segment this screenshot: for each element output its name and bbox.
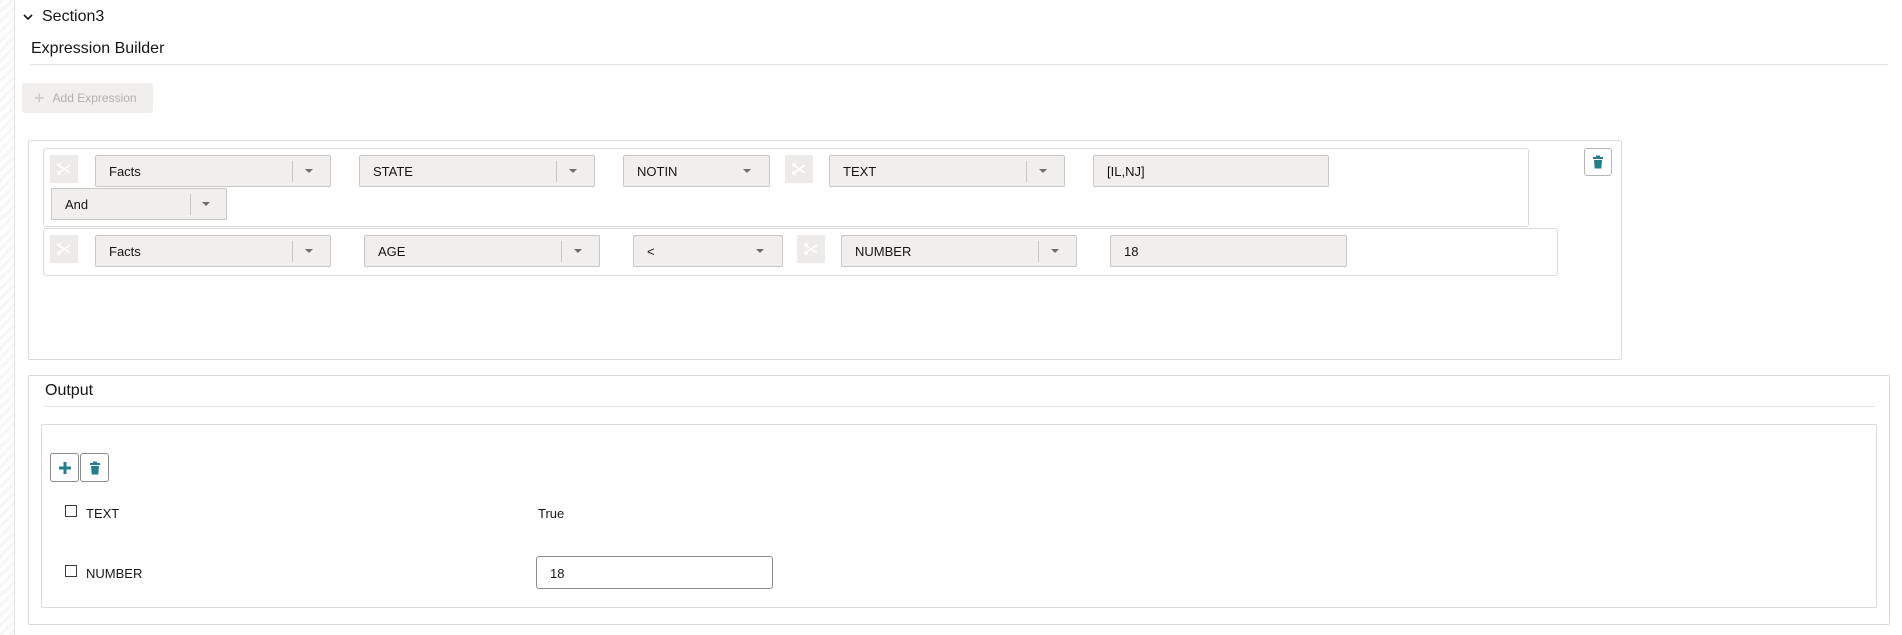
trash-icon bbox=[1593, 155, 1603, 169]
expression-builder-title: Expression Builder bbox=[31, 40, 165, 57]
input-value: 18 bbox=[550, 566, 565, 581]
select-value: Facts bbox=[109, 164, 141, 179]
chevron-down-icon bbox=[1039, 169, 1047, 173]
source-select[interactable]: Facts bbox=[95, 155, 331, 187]
scissors-icon[interactable] bbox=[50, 235, 78, 263]
output-title: Output bbox=[45, 382, 94, 399]
chevron-down-icon bbox=[202, 202, 210, 206]
separator bbox=[1026, 161, 1027, 182]
select-value: NOTIN bbox=[637, 164, 678, 179]
text-row-checkbox[interactable] bbox=[65, 505, 77, 517]
chevron-down-icon bbox=[305, 249, 313, 253]
select-value: AGE bbox=[378, 244, 406, 259]
output-label-number: NUMBER bbox=[86, 566, 143, 581]
scissors-icon[interactable] bbox=[785, 155, 813, 183]
separator bbox=[292, 241, 293, 262]
separator bbox=[556, 161, 557, 182]
chevron-down-icon bbox=[569, 169, 577, 173]
source-select[interactable]: Facts bbox=[95, 235, 331, 267]
chevron-down-icon bbox=[743, 169, 751, 173]
select-value: STATE bbox=[373, 164, 413, 179]
delete-output-button[interactable] bbox=[80, 453, 109, 482]
output-list bbox=[41, 424, 1877, 608]
delete-expression-button[interactable] bbox=[1584, 148, 1612, 176]
type-select[interactable]: TEXT bbox=[829, 155, 1065, 187]
add-output-button[interactable] bbox=[50, 453, 79, 482]
section-header[interactable]: Section3 bbox=[22, 6, 104, 28]
input-value: 18 bbox=[1124, 244, 1139, 259]
separator bbox=[292, 161, 293, 182]
chevron-down-icon bbox=[756, 249, 764, 253]
value-input[interactable]: 18 bbox=[1110, 235, 1347, 267]
divider bbox=[43, 406, 1875, 407]
conjunction-select[interactable]: And bbox=[51, 188, 227, 220]
type-select[interactable]: NUMBER bbox=[841, 235, 1077, 267]
operator-select[interactable]: NOTIN bbox=[623, 155, 770, 187]
output-value-text: True bbox=[538, 506, 565, 521]
number-row-checkbox[interactable] bbox=[65, 565, 77, 577]
chevron-down-icon bbox=[305, 169, 313, 173]
number-value-input[interactable]: 18 bbox=[536, 556, 773, 589]
separator bbox=[190, 194, 191, 215]
chevron-down-icon bbox=[574, 249, 582, 253]
trash-icon bbox=[89, 461, 100, 474]
select-value: Facts bbox=[109, 244, 141, 259]
add-expression-label: Add Expression bbox=[52, 91, 137, 105]
select-value: TEXT bbox=[843, 164, 877, 179]
value-input[interactable]: [IL,NJ] bbox=[1093, 155, 1329, 187]
operator-select[interactable]: < bbox=[633, 235, 783, 267]
input-value: [IL,NJ] bbox=[1107, 164, 1145, 179]
plus-icon bbox=[58, 461, 71, 474]
chevron-down-icon bbox=[1051, 249, 1059, 253]
scissors-icon[interactable] bbox=[50, 155, 78, 183]
field-select[interactable]: STATE bbox=[359, 155, 595, 187]
select-value: < bbox=[647, 244, 655, 259]
add-expression-button[interactable]: + Add Expression bbox=[22, 83, 153, 113]
separator bbox=[1038, 241, 1039, 262]
chevron-down-icon[interactable] bbox=[22, 11, 34, 23]
divider bbox=[30, 64, 1888, 65]
select-value: NUMBER bbox=[855, 244, 912, 259]
scissors-icon[interactable] bbox=[797, 235, 825, 263]
field-select[interactable]: AGE bbox=[364, 235, 600, 267]
plus-icon: + bbox=[34, 88, 45, 108]
separator bbox=[561, 241, 562, 262]
section-title: Section3 bbox=[42, 8, 105, 25]
left-rail bbox=[0, 0, 15, 635]
select-value: And bbox=[65, 197, 89, 212]
output-label-text: TEXT bbox=[86, 506, 120, 521]
